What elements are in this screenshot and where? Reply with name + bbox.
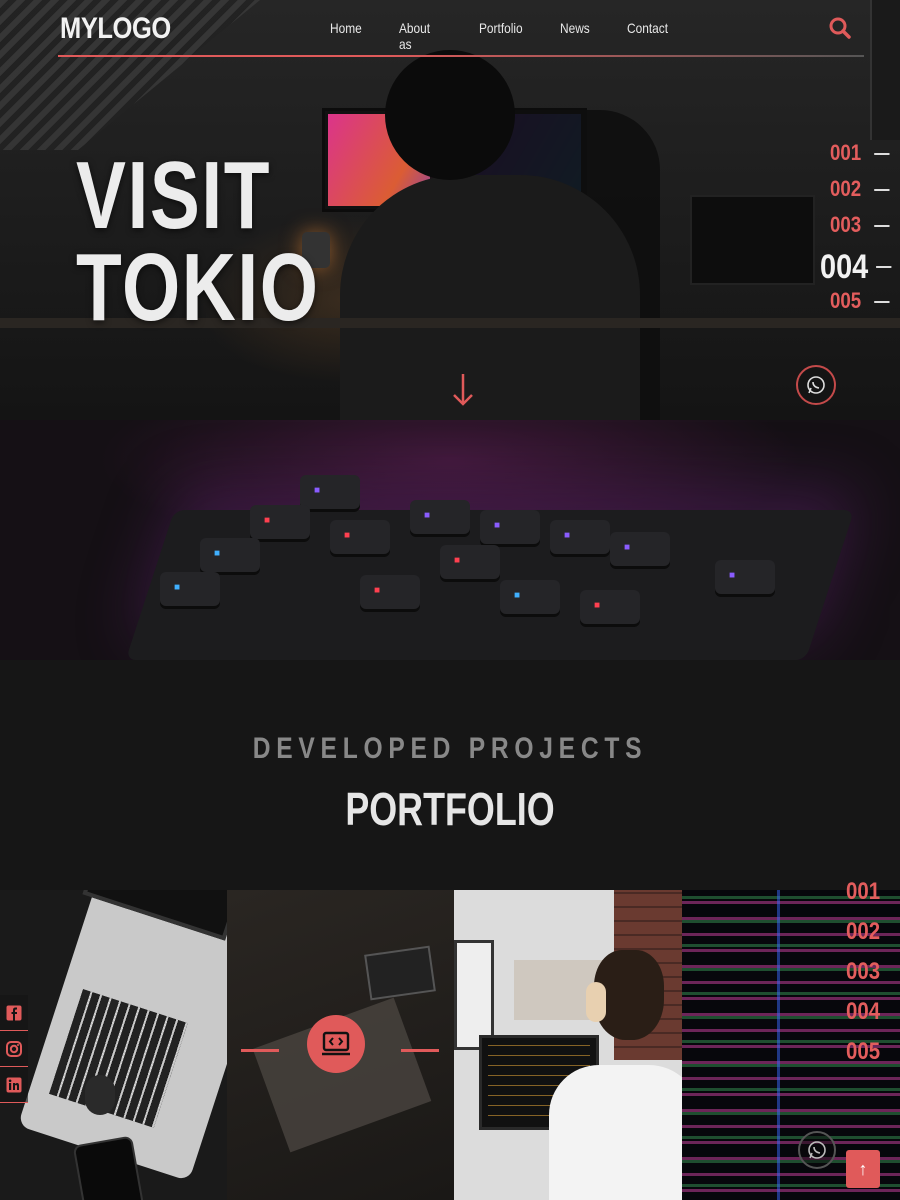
- nav-home[interactable]: Home: [330, 20, 362, 36]
- site-header: MYLOGO Home About as Portfolio News Cont…: [0, 0, 900, 58]
- portfolio-slide-002[interactable]: 002: [846, 918, 892, 958]
- key-shape: ■: [200, 538, 260, 572]
- portfolio-slide-005[interactable]: 005: [846, 1038, 892, 1078]
- key-shape: ■: [300, 475, 360, 509]
- overlay-line-left: [241, 1049, 279, 1052]
- hero-second-monitor: [690, 195, 815, 285]
- nav-portfolio[interactable]: Portfolio: [479, 20, 523, 36]
- portfolio-section-heading: DEVELOPED PROJECTS PORTFOLIO: [0, 660, 900, 890]
- tablet-image: [364, 945, 436, 1001]
- hero-person-head: [385, 50, 515, 180]
- developer-image: [549, 1065, 682, 1200]
- nav-contact[interactable]: Contact: [627, 20, 687, 36]
- hero-slide-numbers: 001 002 003 004 005: [820, 140, 900, 324]
- portfolio-slide-003[interactable]: 003: [846, 958, 892, 998]
- key-shape: ■: [580, 590, 640, 624]
- code-divider: [777, 890, 780, 1200]
- hero-slide-005[interactable]: 005: [830, 288, 890, 324]
- window-image: [454, 940, 494, 1050]
- hero-section: VISIT TOKIO 001 002 003 004 005: [0, 0, 900, 420]
- key-shape: ■: [250, 505, 310, 539]
- keyboard-banner-image: ■ ■ ■ ■ ■ ■ ■ ■ ■ ■ ■ ■ ■ ■: [0, 420, 900, 660]
- hero-slide-004-active[interactable]: 004: [820, 248, 892, 288]
- hero-slide-002[interactable]: 002: [830, 176, 890, 212]
- key-shape: ■: [480, 510, 540, 544]
- overlay-line-right: [401, 1049, 439, 1052]
- portfolio-title: PORTFOLIO: [345, 783, 555, 835]
- search-icon[interactable]: [828, 16, 852, 40]
- portfolio-tile-laptop[interactable]: [0, 890, 227, 1200]
- key-shape: ■: [160, 572, 220, 606]
- instagram-icon[interactable]: [0, 1031, 28, 1067]
- key-shape: ■: [360, 575, 420, 609]
- portfolio-tile-desk[interactable]: [227, 890, 454, 1200]
- key-shape: ■: [610, 532, 670, 566]
- key-shape: ■: [330, 520, 390, 554]
- arrow-down-icon[interactable]: [451, 372, 475, 408]
- hero-slide-001[interactable]: 001: [830, 140, 890, 176]
- hero-title-line2: TOKIO: [76, 234, 320, 341]
- portfolio-subtitle: DEVELOPED PROJECTS: [252, 732, 648, 765]
- social-sidebar: [0, 995, 28, 1103]
- portfolio-slide-numbers: 001 002 003 004 005: [846, 878, 900, 1078]
- site-logo[interactable]: MYLOGO: [60, 12, 171, 46]
- key-shape: ■: [410, 500, 470, 534]
- hero-person: [340, 175, 640, 420]
- headphones-image: [586, 982, 606, 1022]
- whatsapp-icon[interactable]: [796, 365, 836, 405]
- code-laptop-icon[interactable]: [307, 1015, 365, 1073]
- header-divider: [58, 55, 864, 57]
- mouse-image: [85, 1075, 115, 1115]
- back-to-top-button[interactable]: ↑: [846, 1150, 880, 1188]
- key-shape: ■: [440, 545, 500, 579]
- hero-slide-003[interactable]: 003: [830, 212, 890, 248]
- portfolio-tile-developer[interactable]: [454, 890, 682, 1200]
- portfolio-slide-004[interactable]: 004: [846, 998, 892, 1038]
- key-shape: ■: [715, 560, 775, 594]
- key-shape: ■: [500, 580, 560, 614]
- nav-news[interactable]: News: [560, 20, 590, 36]
- whatsapp-icon[interactable]: [798, 1131, 836, 1169]
- portfolio-slide-001[interactable]: 001: [846, 878, 892, 918]
- linkedin-icon[interactable]: [0, 1067, 28, 1103]
- hero-title-line1: VISIT: [76, 142, 272, 249]
- key-shape: ■: [550, 520, 610, 554]
- facebook-icon[interactable]: [0, 995, 28, 1031]
- nav-about[interactable]: About as: [399, 20, 430, 52]
- portfolio-grid: [0, 890, 900, 1200]
- hero-title: VISIT TOKIO: [76, 142, 320, 341]
